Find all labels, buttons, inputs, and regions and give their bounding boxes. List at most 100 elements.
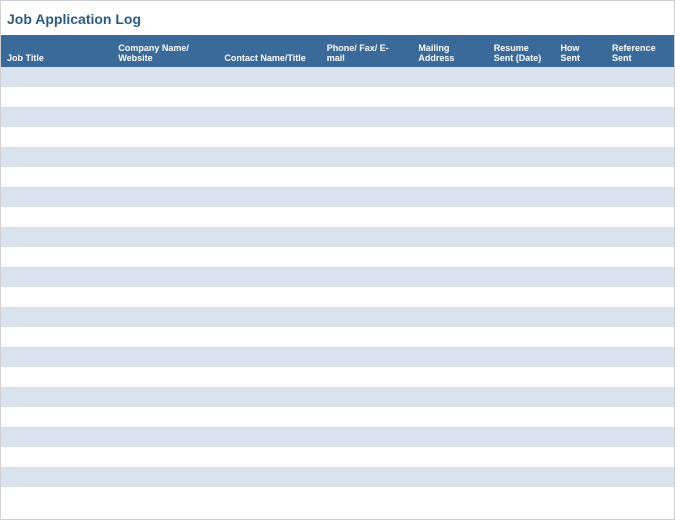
table-cell[interactable] (606, 227, 674, 247)
table-cell[interactable] (488, 187, 555, 207)
table-cell[interactable] (606, 307, 674, 327)
table-cell[interactable] (606, 87, 674, 107)
table-cell[interactable] (321, 127, 413, 147)
table-cell[interactable] (554, 247, 606, 267)
table-cell[interactable] (1, 267, 112, 287)
table-cell[interactable] (1, 307, 112, 327)
table-cell[interactable] (606, 107, 674, 127)
table-cell[interactable] (412, 307, 487, 327)
table-cell[interactable] (321, 427, 413, 447)
table-cell[interactable] (321, 67, 413, 87)
table-cell[interactable] (554, 347, 606, 367)
table-cell[interactable] (218, 287, 320, 307)
table-cell[interactable] (412, 347, 487, 367)
table-cell[interactable] (554, 427, 606, 447)
table-cell[interactable] (218, 107, 320, 127)
table-cell[interactable] (412, 407, 487, 427)
table-cell[interactable] (412, 287, 487, 307)
table-cell[interactable] (554, 87, 606, 107)
table-cell[interactable] (112, 287, 218, 307)
table-cell[interactable] (218, 267, 320, 287)
table-cell[interactable] (218, 307, 320, 327)
table-cell[interactable] (1, 167, 112, 187)
table-cell[interactable] (218, 447, 320, 467)
table-cell[interactable] (412, 207, 487, 227)
table-cell[interactable] (488, 87, 555, 107)
table-cell[interactable] (554, 307, 606, 327)
table-cell[interactable] (488, 347, 555, 367)
table-cell[interactable] (112, 67, 218, 87)
table-cell[interactable] (112, 327, 218, 347)
table-cell[interactable] (488, 367, 555, 387)
table-cell[interactable] (412, 387, 487, 407)
table-cell[interactable] (321, 267, 413, 287)
table-cell[interactable] (112, 387, 218, 407)
table-cell[interactable] (412, 427, 487, 447)
table-cell[interactable] (488, 287, 555, 307)
table-cell[interactable] (1, 427, 112, 447)
table-cell[interactable] (112, 367, 218, 387)
table-cell[interactable] (488, 387, 555, 407)
table-cell[interactable] (112, 107, 218, 127)
table-cell[interactable] (488, 427, 555, 447)
table-cell[interactable] (488, 127, 555, 147)
table-cell[interactable] (412, 127, 487, 147)
table-cell[interactable] (112, 87, 218, 107)
table-cell[interactable] (554, 227, 606, 247)
table-cell[interactable] (1, 147, 112, 167)
table-cell[interactable] (321, 347, 413, 367)
table-cell[interactable] (218, 487, 320, 507)
table-cell[interactable] (1, 187, 112, 207)
table-cell[interactable] (606, 447, 674, 467)
table-cell[interactable] (488, 207, 555, 227)
table-cell[interactable] (321, 367, 413, 387)
table-cell[interactable] (1, 67, 112, 87)
table-cell[interactable] (1, 467, 112, 487)
table-cell[interactable] (1, 247, 112, 267)
table-cell[interactable] (112, 407, 218, 427)
table-cell[interactable] (606, 187, 674, 207)
table-cell[interactable] (488, 147, 555, 167)
table-cell[interactable] (112, 247, 218, 267)
table-cell[interactable] (606, 247, 674, 267)
table-cell[interactable] (606, 367, 674, 387)
table-cell[interactable] (321, 307, 413, 327)
table-cell[interactable] (218, 347, 320, 367)
table-cell[interactable] (554, 327, 606, 347)
table-cell[interactable] (1, 107, 112, 127)
table-cell[interactable] (606, 467, 674, 487)
table-cell[interactable] (554, 487, 606, 507)
table-cell[interactable] (554, 367, 606, 387)
table-cell[interactable] (1, 347, 112, 367)
table-cell[interactable] (1, 407, 112, 427)
table-cell[interactable] (606, 127, 674, 147)
table-cell[interactable] (606, 207, 674, 227)
table-cell[interactable] (321, 447, 413, 467)
table-cell[interactable] (412, 367, 487, 387)
table-cell[interactable] (112, 127, 218, 147)
table-cell[interactable] (321, 287, 413, 307)
table-cell[interactable] (488, 307, 555, 327)
table-cell[interactable] (1, 87, 112, 107)
table-cell[interactable] (218, 87, 320, 107)
table-cell[interactable] (218, 67, 320, 87)
table-cell[interactable] (112, 447, 218, 467)
table-cell[interactable] (488, 487, 555, 507)
table-cell[interactable] (218, 127, 320, 147)
table-cell[interactable] (412, 147, 487, 167)
table-cell[interactable] (606, 387, 674, 407)
table-cell[interactable] (412, 487, 487, 507)
table-cell[interactable] (218, 407, 320, 427)
table-cell[interactable] (321, 207, 413, 227)
table-cell[interactable] (321, 147, 413, 167)
table-cell[interactable] (606, 327, 674, 347)
table-cell[interactable] (554, 407, 606, 427)
table-cell[interactable] (1, 387, 112, 407)
table-cell[interactable] (218, 167, 320, 187)
table-cell[interactable] (488, 407, 555, 427)
table-cell[interactable] (412, 447, 487, 467)
table-cell[interactable] (218, 247, 320, 267)
table-cell[interactable] (321, 327, 413, 347)
table-cell[interactable] (488, 327, 555, 347)
table-cell[interactable] (112, 147, 218, 167)
